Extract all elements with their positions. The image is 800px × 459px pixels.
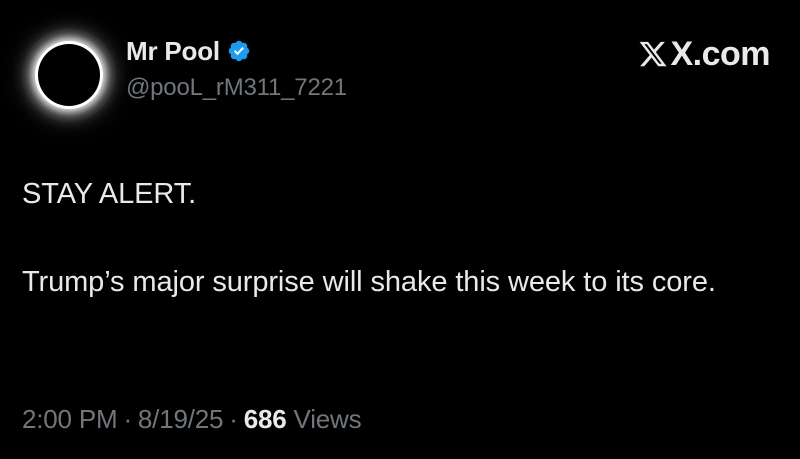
post-date[interactable]: 8/19/25 [138, 404, 224, 434]
meta-separator: · [123, 404, 132, 434]
post-text: STAY ALERT. Trump’s major surprise will … [22, 172, 787, 304]
brand-text: X.com [670, 34, 770, 73]
post-time[interactable]: 2:00 PM [22, 404, 118, 434]
author-name-row: Mr Pool [126, 36, 347, 66]
post-card: Mr Pool @pooL_rM311_7221 X.com STAY ALER… [0, 0, 800, 459]
verified-badge-icon [228, 40, 250, 62]
views-label: Views [293, 404, 362, 434]
post-meta: 2:00 PM · 8/19/25 · 686 Views [22, 404, 362, 435]
solar-eclipse-icon [38, 44, 100, 106]
post-header: Mr Pool @pooL_rM311_7221 [126, 36, 347, 102]
meta-separator: · [229, 404, 238, 434]
views-count[interactable]: 686 [244, 404, 287, 434]
post-text-line-1: STAY ALERT. [22, 178, 197, 210]
author-display-name[interactable]: Mr Pool [126, 36, 220, 67]
author-handle[interactable]: @pooL_rM311_7221 [126, 74, 347, 102]
brand-watermark: X.com [638, 34, 770, 73]
post-text-line-2: Trump’s major surprise will shake this w… [22, 266, 716, 298]
x-logo-icon [640, 41, 667, 67]
avatar[interactable] [22, 28, 116, 122]
